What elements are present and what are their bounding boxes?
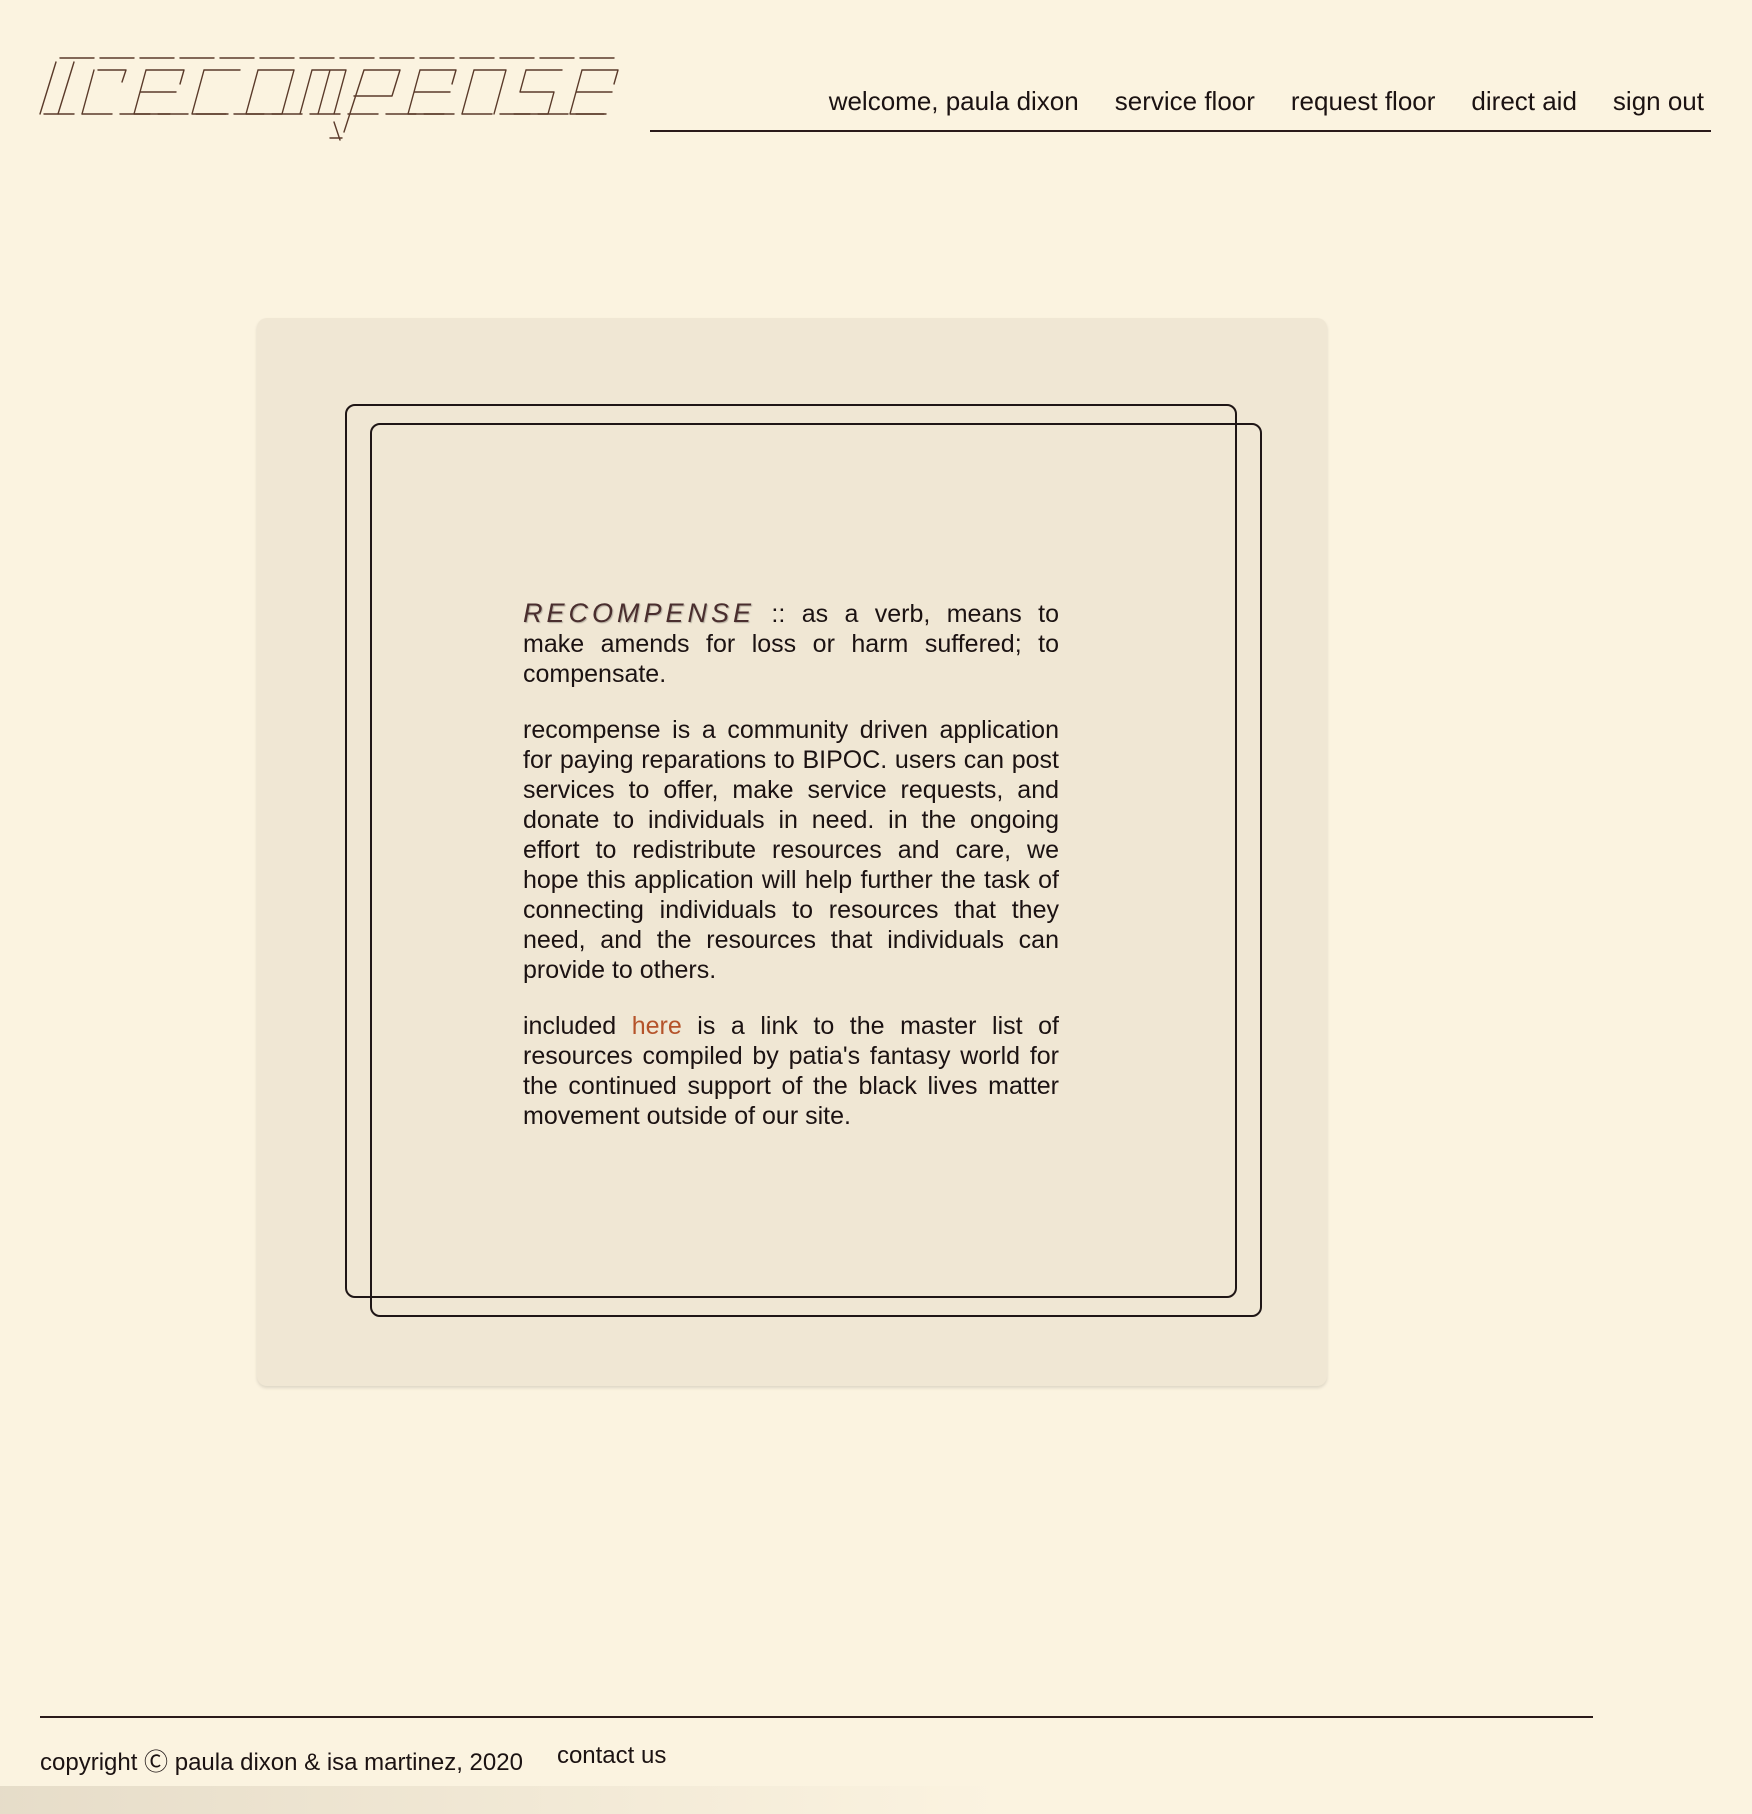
top-navigation: welcome, paula dixon service floor reque…	[650, 84, 1711, 132]
nav-items: welcome, paula dixon service floor reque…	[829, 88, 1704, 114]
bottom-shade	[0, 1786, 1000, 1814]
copyright-text: copyright Ⓒ paula dixon & isa martinez, …	[40, 1749, 523, 1776]
resources-paragraph: included here is a link to the master li…	[523, 1011, 1059, 1131]
about-card: RECOMPENSE :: as a verb, means to make a…	[257, 318, 1327, 1386]
definition-term: RECOMPENSE	[523, 598, 756, 628]
footer: copyright Ⓒ paula dixon & isa martinez, …	[40, 1742, 666, 1777]
recompense-logo[interactable]	[34, 52, 624, 142]
definition-paragraph: RECOMPENSE :: as a verb, means to make a…	[523, 598, 1059, 689]
welcome-user-text: welcome, paula dixon	[828, 86, 1079, 116]
nav-request-floor[interactable]: request floor	[1291, 88, 1436, 114]
nav-direct-aid[interactable]: direct aid	[1471, 88, 1577, 114]
footer-divider	[40, 1716, 1593, 1718]
about-content: RECOMPENSE :: as a verb, means to make a…	[523, 598, 1059, 1157]
ascii-logo-art	[39, 57, 619, 141]
resources-text-before: included	[523, 1012, 632, 1040]
nav-sign-out[interactable]: sign out	[1613, 88, 1704, 114]
contact-us-link[interactable]: contact us	[557, 1742, 666, 1777]
nav-service-floor[interactable]: service floor	[1115, 88, 1255, 114]
description-paragraph: recompense is a community driven applica…	[523, 716, 1059, 984]
resources-link[interactable]: here	[632, 1012, 682, 1040]
